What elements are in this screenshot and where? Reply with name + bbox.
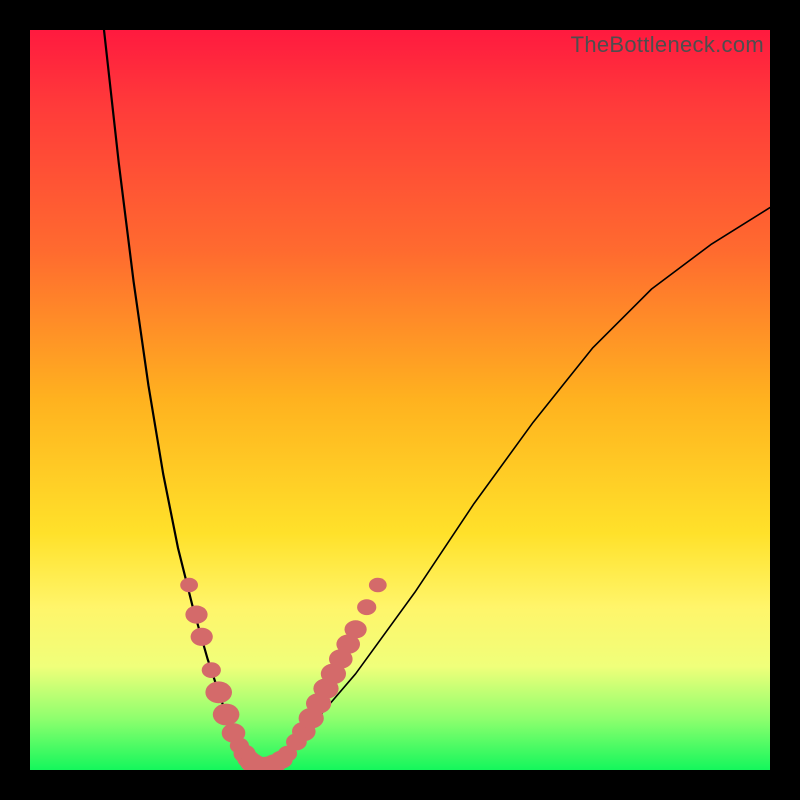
chart-svg xyxy=(30,30,770,770)
chart-plot-area: TheBottleneck.com xyxy=(30,30,770,770)
chart-frame: TheBottleneck.com xyxy=(0,0,800,800)
data-marker xyxy=(191,628,213,646)
data-marker xyxy=(185,606,207,624)
data-marker xyxy=(202,662,221,678)
data-marker xyxy=(369,578,387,593)
data-marker xyxy=(205,681,232,703)
data-marker xyxy=(180,578,198,593)
data-marker xyxy=(357,599,376,615)
curve-group xyxy=(104,30,770,770)
curve-left-curve xyxy=(104,30,259,770)
data-marker xyxy=(345,620,367,638)
data-marker xyxy=(213,704,240,726)
